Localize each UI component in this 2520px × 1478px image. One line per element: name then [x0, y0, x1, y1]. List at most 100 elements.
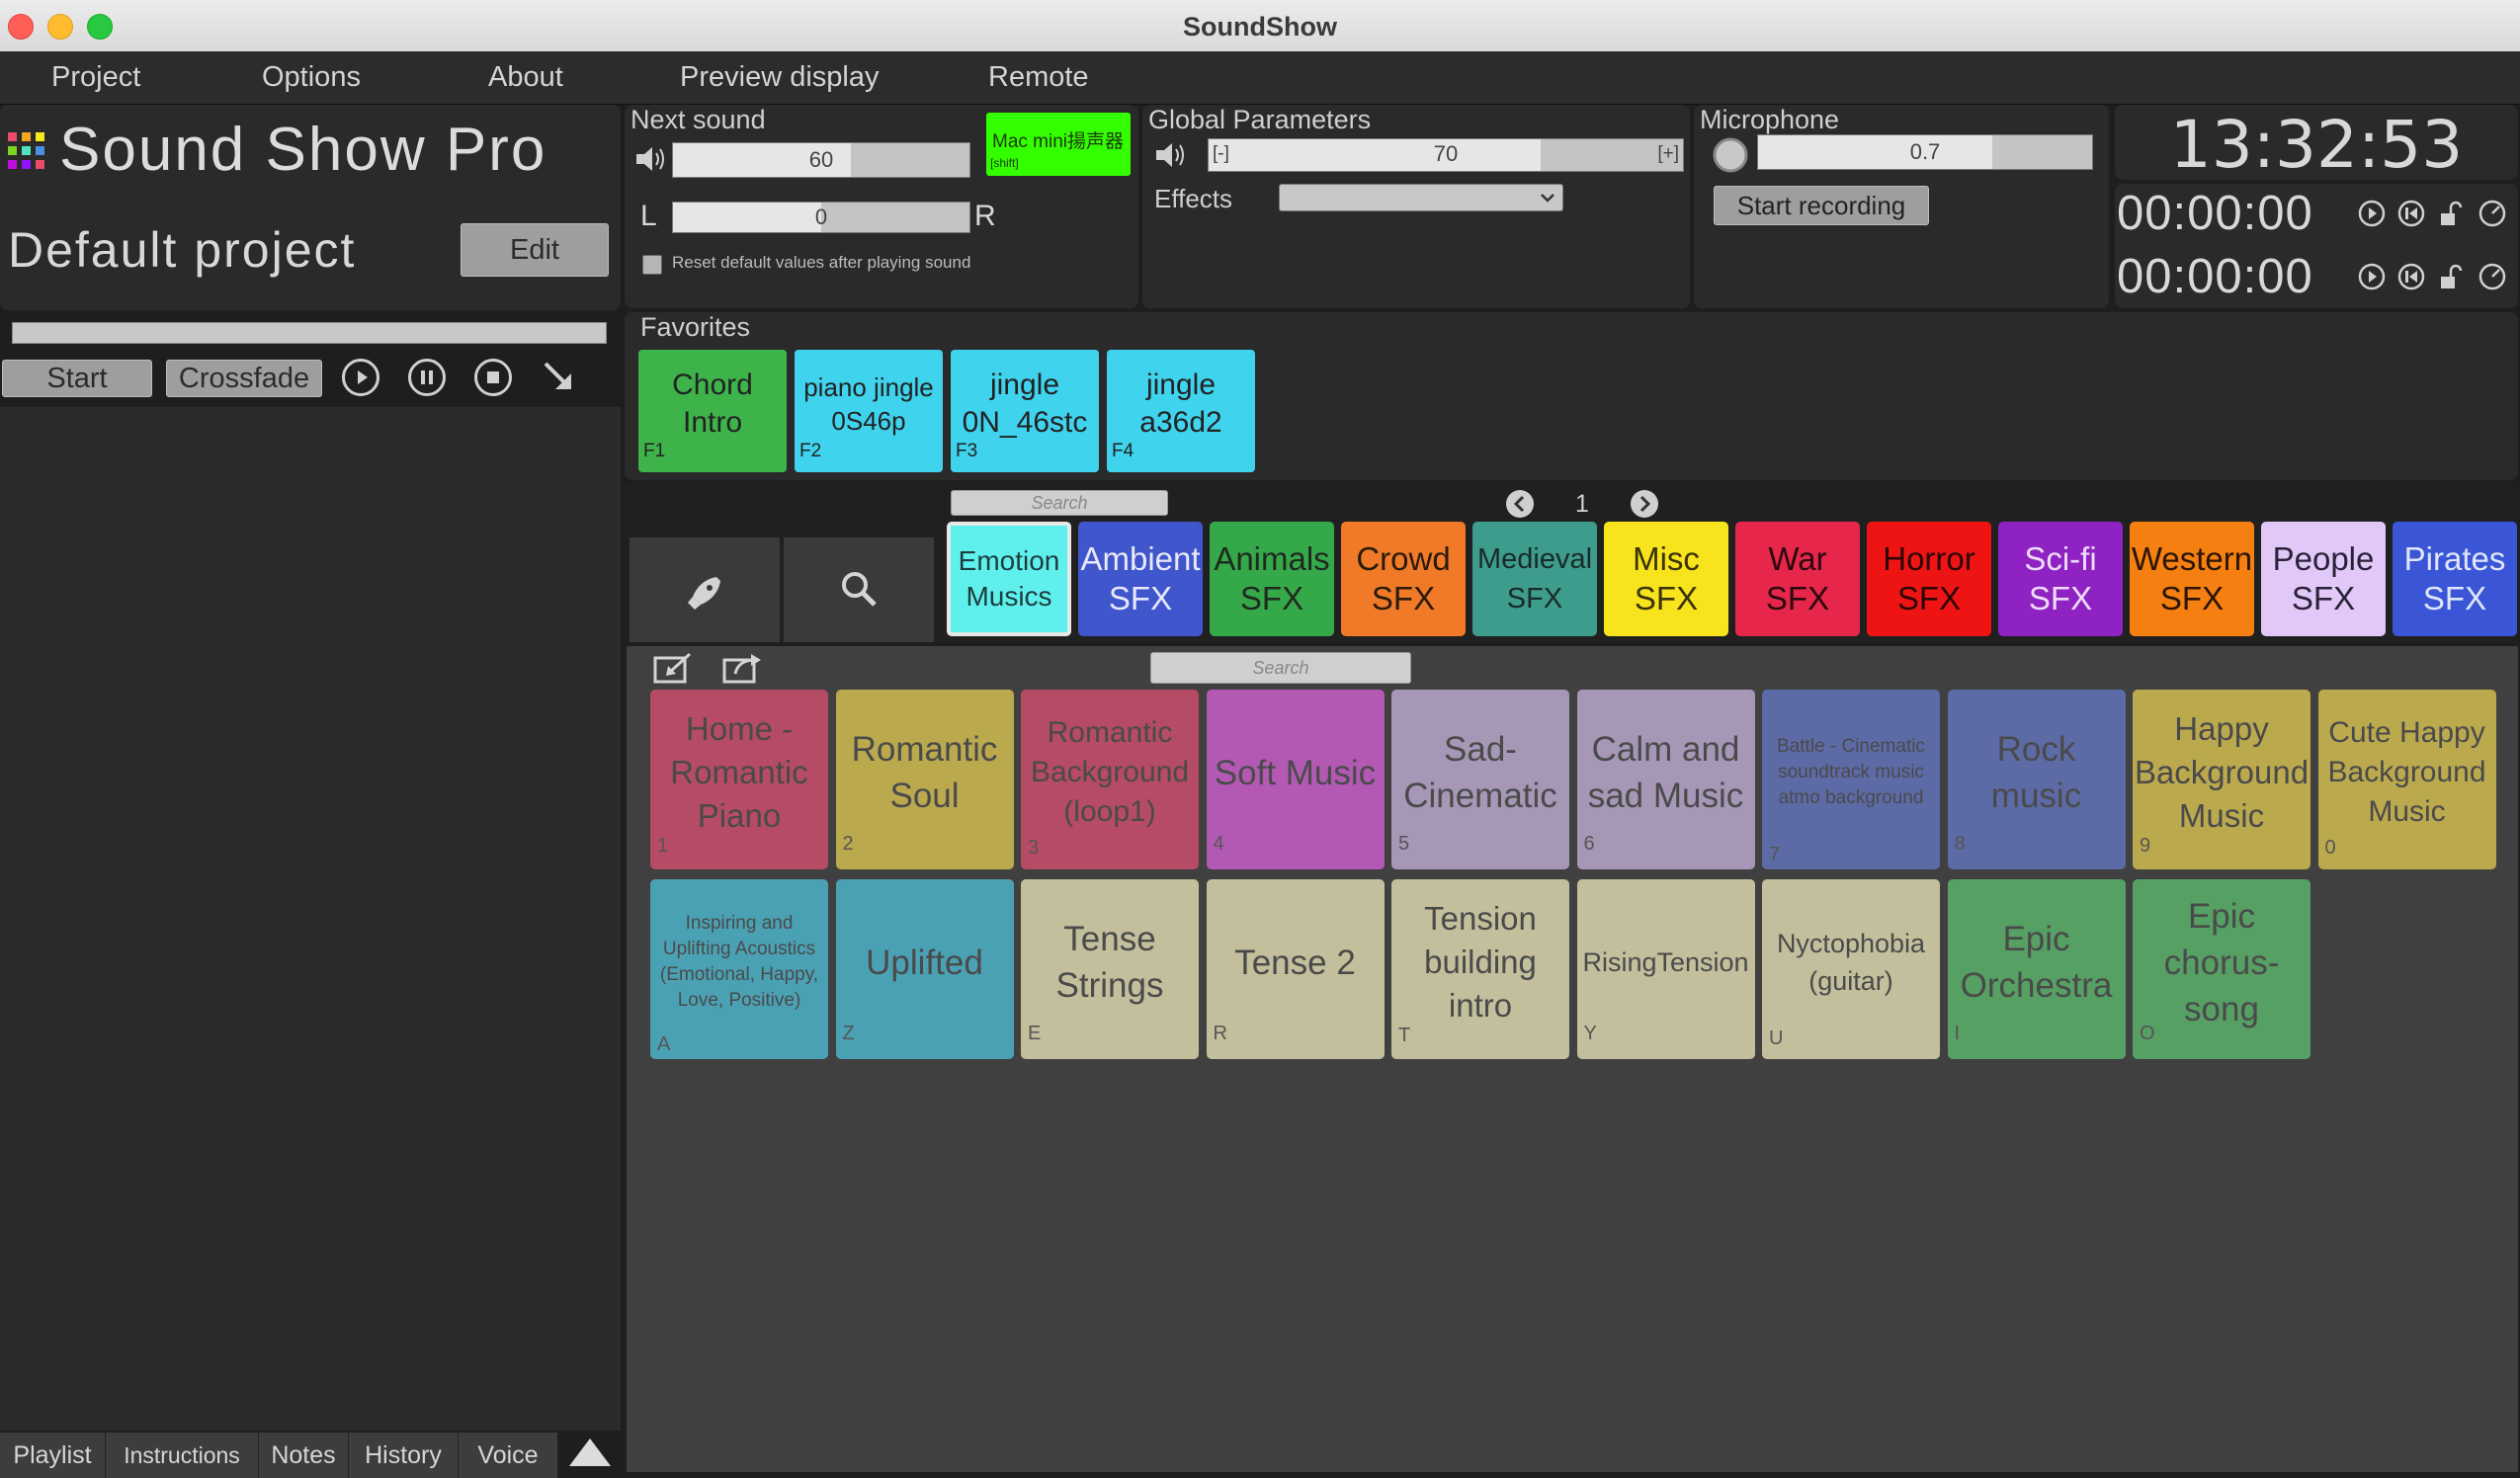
sound-tile[interactable]: Calm and sad Music 6: [1576, 690, 1755, 869]
sound-tile[interactable]: RisingTension Y: [1576, 879, 1755, 1059]
next-page-icon[interactable]: [1629, 488, 1660, 520]
timer-1-lock-icon[interactable]: [2441, 201, 2463, 225]
category-tab[interactable]: Animals SFX: [1210, 522, 1334, 636]
timers-panel: 00:00:00 00:00:00: [2115, 184, 2518, 308]
search-tab[interactable]: [784, 537, 934, 642]
sound-tile[interactable]: Rock music 8: [1947, 690, 2126, 869]
menu-preview-display[interactable]: Preview display: [680, 61, 879, 94]
menu-remote[interactable]: Remote: [988, 61, 1089, 94]
sound-tile[interactable]: Tension building intro T: [1391, 879, 1569, 1059]
category-tab[interactable]: Horror SFX: [1867, 522, 1991, 636]
sound-tile[interactable]: Battle - Cinematic soundtrack music atmo…: [1762, 690, 1940, 869]
category-tab[interactable]: Medieval SFX: [1472, 522, 1597, 636]
favorite-item[interactable]: jingle 0N_46stc F3: [951, 350, 1099, 472]
sound-tile[interactable]: Home - Romantic Piano 1: [650, 690, 828, 869]
sound-tile[interactable]: Soft Music 4: [1206, 690, 1385, 869]
category-tab[interactable]: War SFX: [1735, 522, 1860, 636]
sound-name: Rock music: [1990, 730, 2082, 815]
global-volume-increase[interactable]: [+]: [1657, 143, 1679, 165]
category-search-input[interactable]: Search: [951, 490, 1168, 516]
menu-bar: Project Options About Preview display Re…: [0, 51, 2520, 105]
sound-tile[interactable]: Tense Strings E: [1021, 879, 1199, 1059]
microphone-level-slider[interactable]: 0.7: [1757, 134, 2093, 170]
global-volume-slider[interactable]: 70 [-] [+]: [1208, 138, 1684, 172]
favorite-item[interactable]: jingle a36d2 F4: [1107, 350, 1255, 472]
sound-name: Cute Happy Background Music: [2327, 716, 2486, 828]
project-panel: Sound Show Pro Default project Edit: [0, 105, 621, 310]
sound-tile[interactable]: Uplifted Z: [835, 879, 1014, 1059]
category-tab[interactable]: Pirates SFX: [2393, 522, 2517, 636]
sound-name: Epic chorus-song: [2163, 896, 2280, 1028]
playback-progress-bar[interactable]: [12, 322, 607, 344]
sound-tile[interactable]: Romantic Background (loop1) 3: [1021, 690, 1199, 869]
play-button[interactable]: [342, 359, 379, 396]
title-bar: SoundShow: [0, 0, 2520, 52]
timer-2-lock-icon[interactable]: [2441, 264, 2463, 288]
sound-tile[interactable]: Romantic Soul 2: [835, 690, 1014, 869]
tab-instructions[interactable]: Instructions: [106, 1433, 259, 1478]
sound-tile[interactable]: Epic chorus-song O: [2133, 879, 2310, 1059]
prev-page-icon[interactable]: [1504, 488, 1536, 520]
sound-search-input[interactable]: Search: [1150, 652, 1411, 684]
category-tab[interactable]: People SFX: [2261, 522, 2386, 636]
balance-slider[interactable]: 0: [672, 202, 970, 233]
timer-1-clock-icon[interactable]: [2478, 200, 2506, 227]
effects-select[interactable]: [1279, 184, 1563, 211]
category-tab[interactable]: Sci-fi SFX: [1998, 522, 2123, 636]
crossfade-button[interactable]: Crossfade: [166, 360, 322, 397]
sound-name: Battle - Cinematic soundtrack music atmo…: [1777, 736, 1925, 808]
favorite-item[interactable]: piano jingle 0S46p F2: [795, 350, 943, 472]
stop-icon: [487, 371, 499, 383]
timer-2-play-icon[interactable]: [2358, 263, 2386, 290]
output-device-button[interactable]: Mac mini揚声器 [shift]: [986, 113, 1131, 176]
expand-up-icon[interactable]: [563, 1433, 617, 1476]
sound-shortcut: 6: [1583, 833, 1595, 855]
timer-2-reset-icon[interactable]: [2397, 263, 2425, 290]
global-volume-decrease[interactable]: [-]: [1213, 143, 1229, 165]
page-number: 1: [1575, 490, 1589, 518]
tab-history[interactable]: History: [349, 1433, 459, 1478]
timer-2-clock-icon[interactable]: [2478, 263, 2506, 290]
pause-button[interactable]: [408, 359, 446, 396]
favorite-name: jingle a36d2: [1139, 369, 1222, 439]
balance-value: 0: [814, 205, 828, 229]
tab-notes[interactable]: Notes: [259, 1433, 349, 1478]
timer-2: 00:00:00: [2117, 250, 2313, 303]
sound-name: Tense Strings: [1055, 920, 1164, 1005]
sound-tile[interactable]: Tense 2 R: [1206, 879, 1385, 1059]
sound-tile[interactable]: Sad-Cinematic 5: [1391, 690, 1569, 869]
edit-project-button[interactable]: Edit: [461, 223, 609, 277]
global-parameters-label: Global Parameters: [1148, 105, 1372, 134]
sound-tile[interactable]: Happy Background Music 9: [2133, 690, 2310, 869]
start-recording-button[interactable]: Start recording: [1714, 186, 1929, 225]
sound-tile[interactable]: Inspiring and Uplifting Acoustics (Emoti…: [650, 879, 828, 1059]
sound-tile[interactable]: Cute Happy Background Music 0: [2317, 690, 2496, 869]
menu-about[interactable]: About: [488, 61, 563, 94]
next-volume-slider[interactable]: 60: [672, 142, 970, 178]
category-tab[interactable]: Western SFX: [2130, 522, 2254, 636]
playlist-area[interactable]: [0, 407, 621, 1431]
category-tab[interactable]: Misc SFX: [1604, 522, 1728, 636]
menu-options[interactable]: Options: [262, 61, 361, 94]
timer-2-controls: [2358, 263, 2506, 290]
reset-defaults-checkbox[interactable]: [642, 255, 662, 275]
export-icon[interactable]: [721, 650, 763, 686]
menu-project[interactable]: Project: [51, 61, 140, 94]
timer-1-reset-icon[interactable]: [2397, 200, 2425, 227]
start-button[interactable]: Start: [2, 360, 152, 397]
sound-tile[interactable]: Epic Orchestra I: [1947, 879, 2126, 1059]
stop-button[interactable]: [474, 359, 512, 396]
sound-shortcut: 0: [2324, 837, 2336, 859]
global-speaker-icon: [1156, 143, 1184, 167]
favorite-item[interactable]: Chord Intro F1: [638, 350, 787, 472]
quick-launch-tab[interactable]: [630, 537, 780, 642]
timer-1-play-icon[interactable]: [2358, 200, 2386, 227]
tab-voice[interactable]: Voice: [459, 1433, 558, 1478]
category-tab[interactable]: Crowd SFX: [1341, 522, 1466, 636]
category-tab[interactable]: Ambient SFX: [1078, 522, 1203, 636]
tab-playlist[interactable]: Playlist: [0, 1433, 106, 1478]
category-tab[interactable]: Emotion Musics: [947, 522, 1071, 636]
import-icon[interactable]: [652, 650, 694, 686]
sound-tile[interactable]: Nyctophobia (guitar) U: [1762, 879, 1940, 1059]
arrow-down-right-icon[interactable]: [542, 360, 577, 395]
